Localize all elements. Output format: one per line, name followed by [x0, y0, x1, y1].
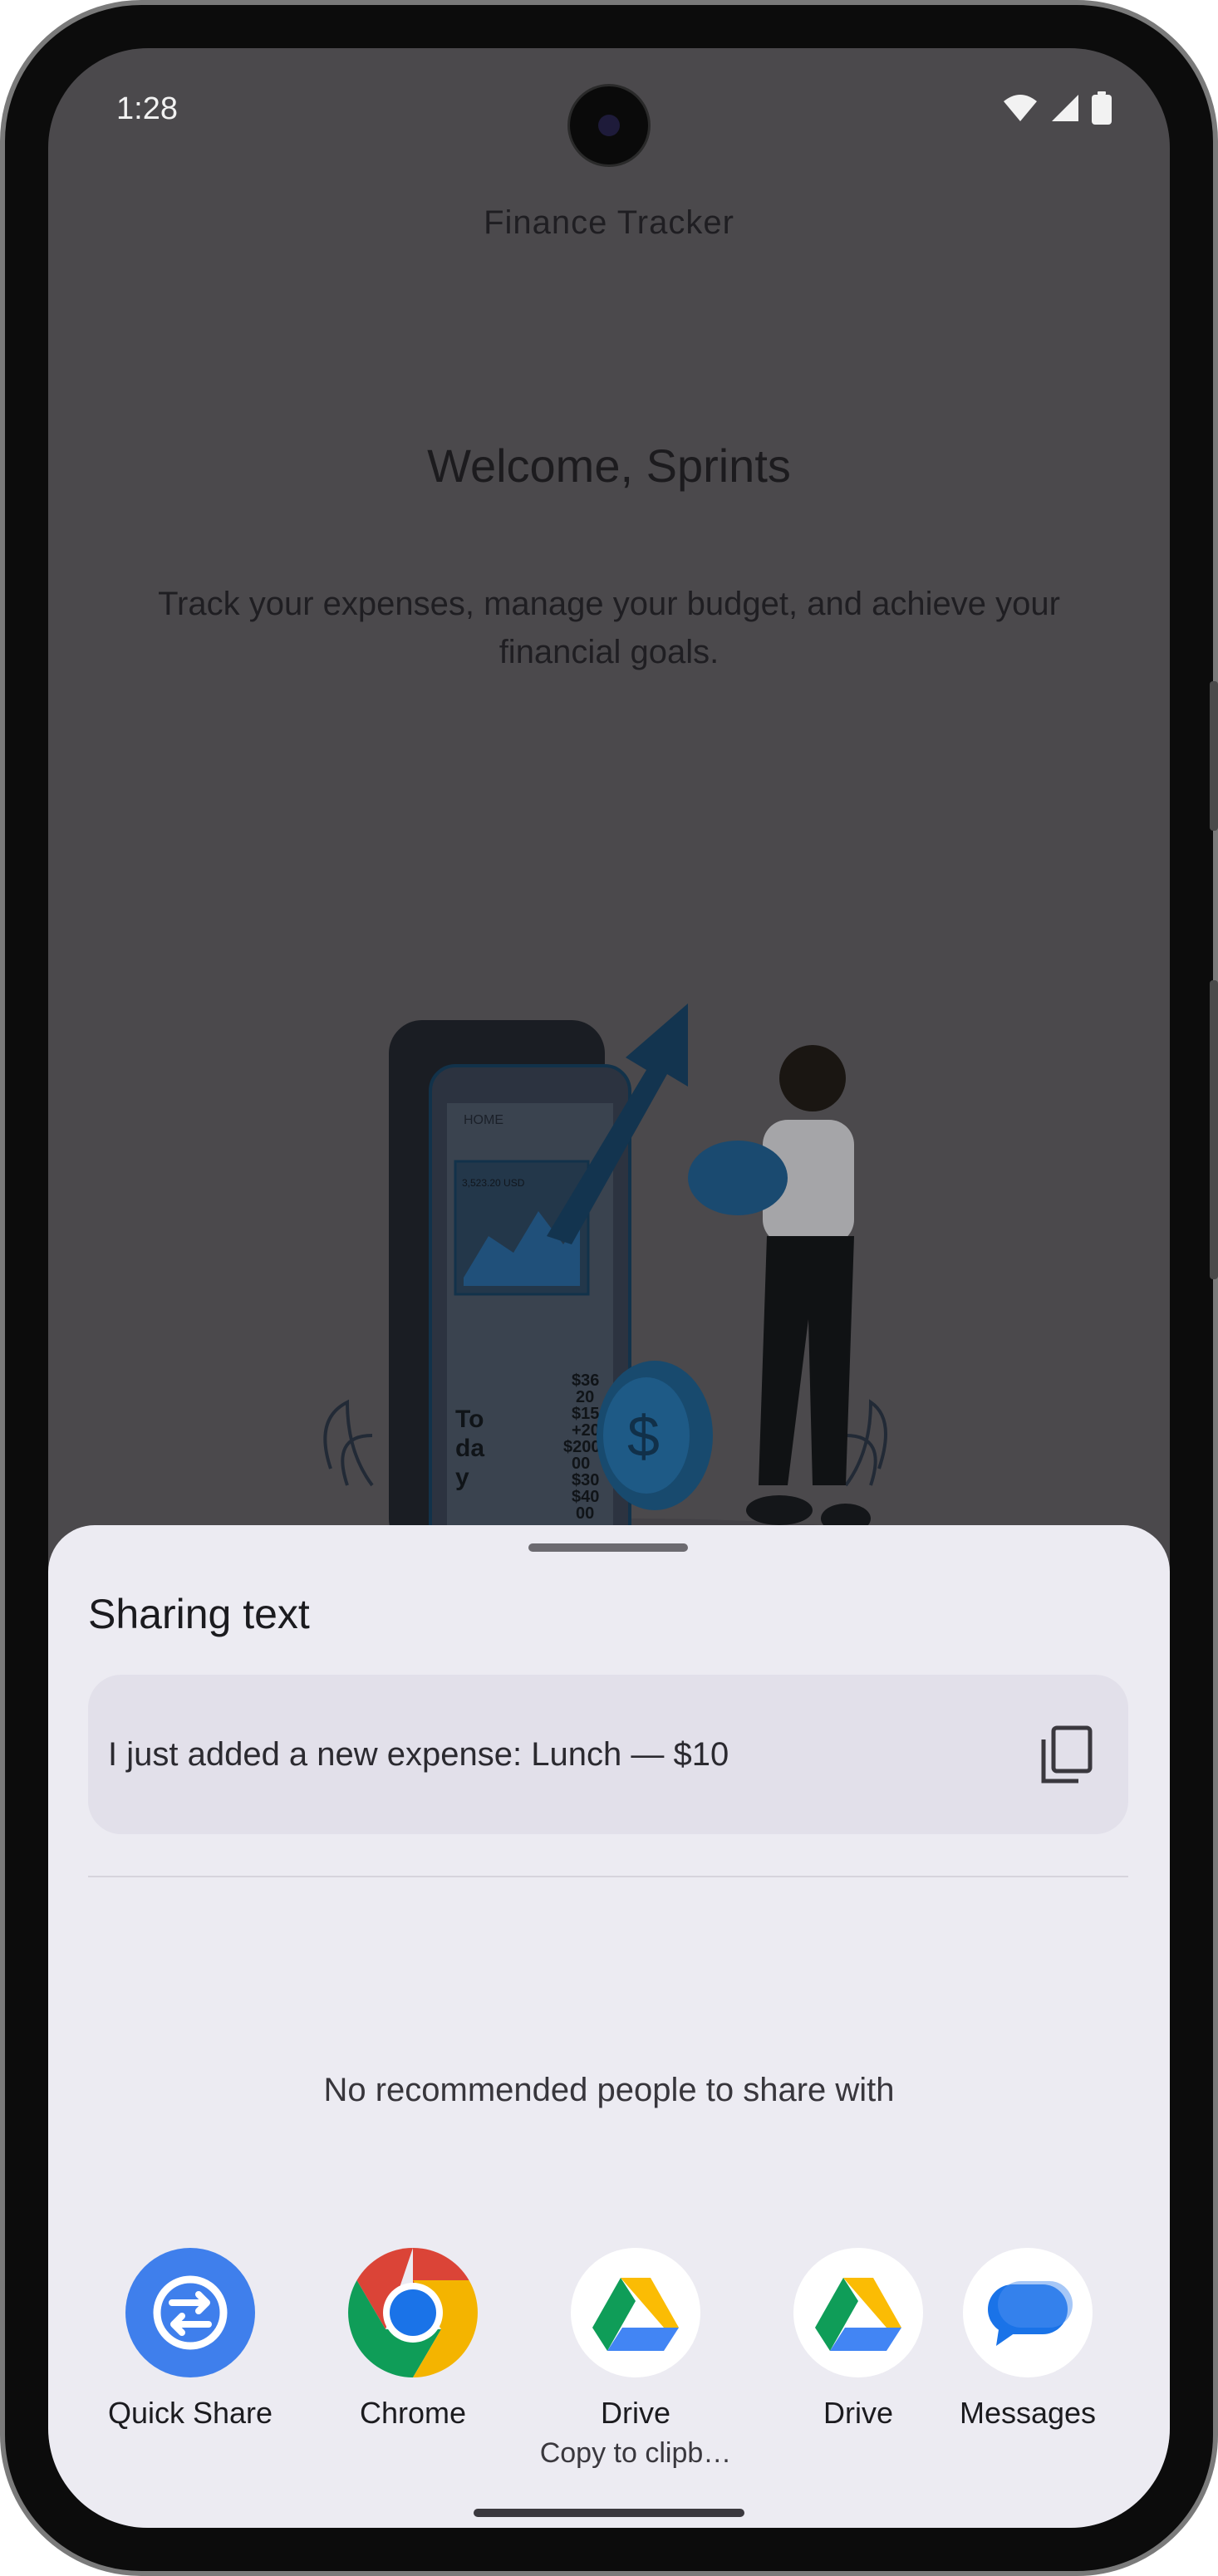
share-sheet: Sharing text I just added a new expense:… — [48, 1525, 1170, 2528]
sheet-divider — [88, 1876, 1128, 1877]
shared-text: I just added a new expense: Lunch — $10 — [108, 1736, 729, 1773]
status-bar: 1:28 — [48, 48, 1170, 173]
share-target-label: Messages — [959, 2396, 1097, 2430]
share-target-chrome[interactable]: Chrome — [305, 2248, 521, 2431]
share-targets: Quick Share Chrome Drive Copy to clipb… … — [48, 2248, 1170, 2469]
sheet-drag-handle[interactable] — [528, 1543, 688, 1552]
copy-button[interactable] — [1032, 1721, 1098, 1788]
welcome-heading: Welcome, Sprints — [427, 439, 791, 492]
illustration-phone-header: HOME — [464, 1113, 503, 1127]
quick-share-icon — [125, 2248, 255, 2377]
illustration-side-text-1: To — [455, 1406, 484, 1433]
illustration-value-5: $200 — [563, 1438, 601, 1456]
sheet-title: Sharing text — [88, 1591, 310, 1637]
home-indicator[interactable] — [474, 2509, 744, 2517]
status-icons — [1002, 91, 1112, 125]
copy-icon — [1041, 1725, 1093, 1784]
illustration-amount: 3,523.20 USD — [462, 1177, 525, 1189]
illustration-value-8: $40 — [572, 1488, 599, 1506]
chrome-icon — [348, 2248, 478, 2377]
power-button — [1210, 980, 1218, 1279]
illustration-value-4: +20 — [572, 1421, 600, 1440]
shared-text-preview: I just added a new expense: Lunch — $10 — [88, 1675, 1128, 1834]
illustration-value-3: $15 — [572, 1405, 599, 1423]
share-target-sublabel: Copy to clipb… — [539, 2437, 732, 2469]
messages-icon — [963, 2248, 1093, 2377]
share-target-label: Quick Share — [107, 2396, 273, 2430]
front-camera — [570, 86, 648, 164]
illustration-value-7: $30 — [572, 1471, 599, 1489]
volume-button — [1210, 681, 1218, 831]
illustration-side-text-3: y — [455, 1464, 469, 1491]
illustration-value-9: 00 — [576, 1504, 594, 1523]
battery-icon — [1092, 91, 1112, 125]
svg-text:$: $ — [627, 1404, 660, 1469]
no-recommendations-message: No recommended people to share with — [323, 2072, 895, 2108]
share-target-quick-share[interactable]: Quick Share — [82, 2248, 298, 2431]
illustration-side-text-2: da — [455, 1435, 484, 1462]
illustration-value-1: $36 — [572, 1371, 599, 1390]
share-target-drive-copy[interactable]: Drive Copy to clipb… — [528, 2248, 744, 2470]
screen: 1:28 Finance Tracker Welcome, Sprints Tr… — [48, 48, 1170, 2528]
tagline: Track your expenses, manage your budget,… — [158, 586, 1060, 670]
illustration-value-2: 20 — [576, 1388, 594, 1406]
share-target-label: Chrome — [359, 2396, 467, 2430]
drive-icon — [793, 2248, 923, 2377]
illustration-value-6: 00 — [572, 1455, 590, 1473]
status-time: 1:28 — [116, 91, 178, 126]
finance-illustration: HOME 3,523.20 USD To da y $36 20 $15 +20… — [297, 970, 979, 1602]
app-title: Finance Tracker — [484, 204, 734, 241]
drive-icon — [571, 2248, 700, 2377]
share-target-messages[interactable]: Messages — [920, 2248, 1136, 2431]
share-target-label: Drive — [600, 2396, 670, 2430]
signal-icon — [1052, 95, 1078, 121]
wifi-icon — [1004, 95, 1037, 121]
